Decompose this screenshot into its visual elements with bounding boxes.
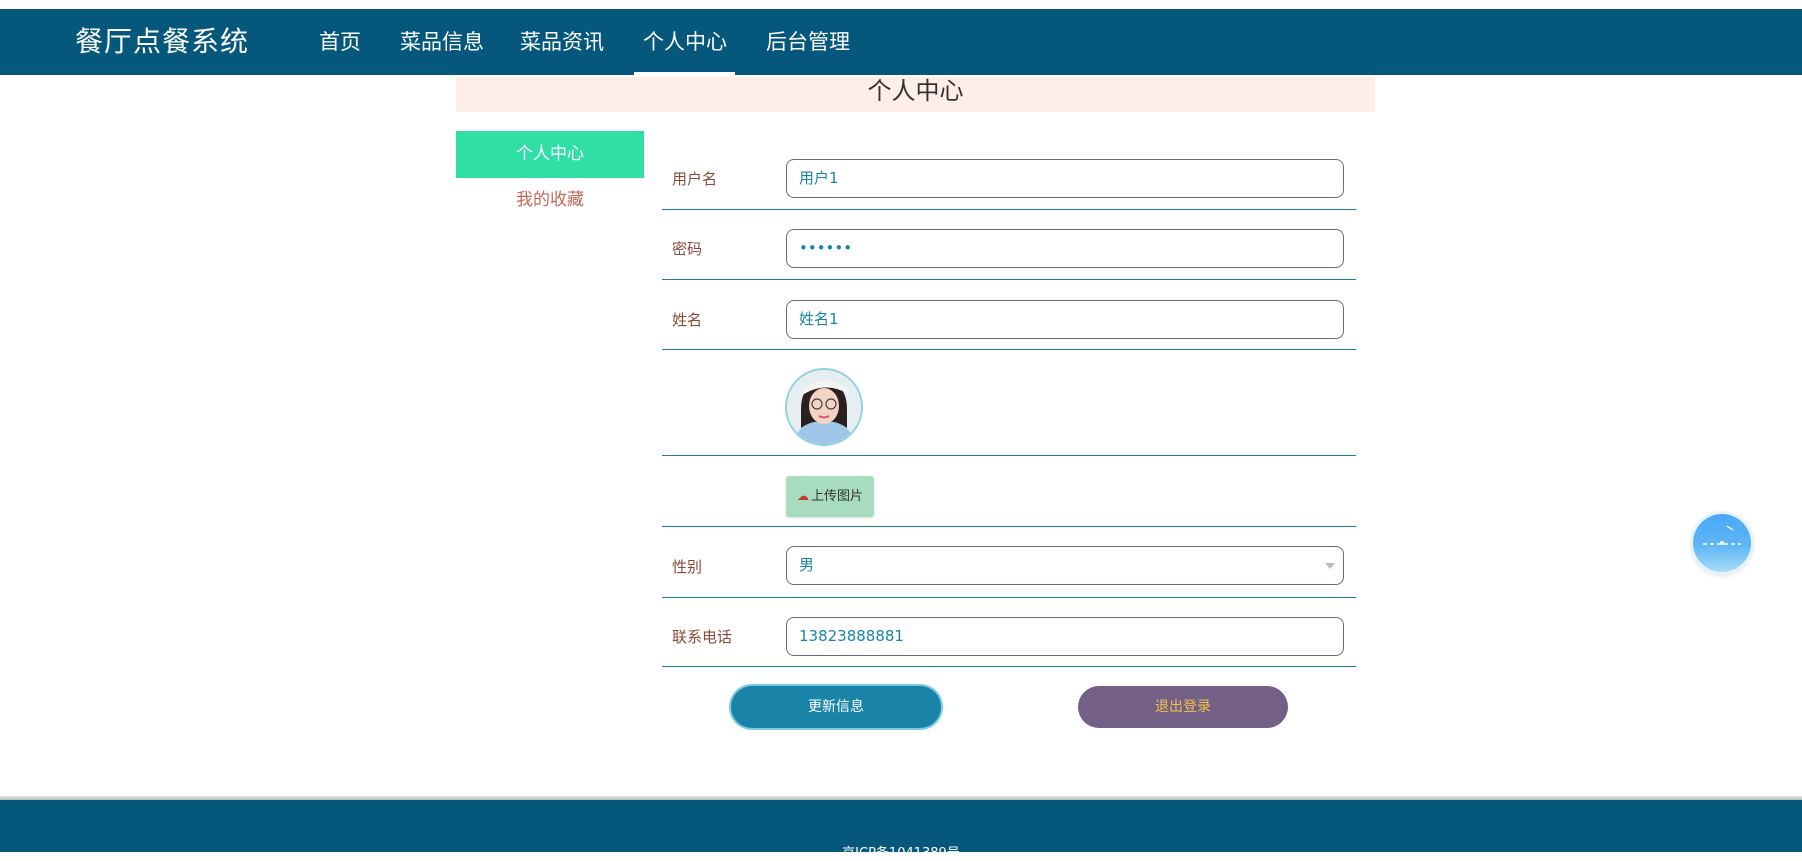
avatar-image	[787, 370, 861, 444]
username-label: 用户名	[672, 170, 718, 188]
username-input[interactable]: 用户1	[786, 159, 1344, 198]
row-divider	[662, 279, 1356, 280]
row-divider	[662, 209, 1356, 210]
name-input[interactable]: 姓名1	[786, 300, 1344, 339]
site-brand[interactable]: 餐厅点餐系统	[75, 24, 249, 60]
password-input[interactable]: ••••••	[786, 229, 1344, 268]
footer: 京ICP备1041389号	[0, 800, 1802, 861]
nav-dish-news[interactable]: 菜品资讯	[520, 27, 604, 57]
phone-input[interactable]: 13823888881	[786, 617, 1344, 656]
gender-label: 性别	[672, 558, 703, 576]
phone-label: 联系电话	[672, 628, 733, 646]
assistant-icon	[1703, 525, 1741, 545]
row-divider	[662, 526, 1356, 527]
sidebar-item-personal-center[interactable]: 个人中心	[456, 131, 644, 178]
row-divider	[662, 597, 1356, 598]
gender-select-value: 男	[799, 556, 815, 574]
gender-select[interactable]: 男	[786, 546, 1344, 585]
cloud-upload-icon: ☁	[796, 489, 809, 503]
nav-personal-center[interactable]: 个人中心	[643, 27, 727, 57]
logout-button[interactable]: 退出登录	[1078, 686, 1288, 728]
floating-assistant-button[interactable]	[1693, 514, 1751, 572]
navbar: 餐厅点餐系统 首页 菜品信息 菜品资讯 个人中心 后台管理	[0, 9, 1802, 75]
nav-admin[interactable]: 后台管理	[766, 27, 850, 57]
upload-image-label: 上传图片	[810, 489, 863, 504]
upload-image-button[interactable]: ☁ 上传图片	[786, 476, 874, 517]
page-title: 个人中心	[867, 77, 964, 105]
row-divider	[662, 666, 1356, 667]
password-label: 密码	[672, 240, 703, 258]
update-info-button[interactable]: 更新信息	[731, 686, 941, 728]
row-divider	[662, 349, 1356, 350]
avatar	[785, 368, 863, 446]
nav-dish-info[interactable]: 菜品信息	[400, 27, 484, 57]
page-title-banner: 个人中心	[456, 77, 1375, 112]
sidebar-item-favorites[interactable]: 我的收藏	[456, 177, 644, 223]
chevron-down-icon	[1325, 563, 1335, 569]
nav-active-indicator	[634, 72, 735, 75]
row-divider	[662, 455, 1356, 456]
nav-home[interactable]: 首页	[319, 27, 361, 57]
name-label: 姓名	[672, 311, 703, 329]
top-strip	[0, 0, 1802, 9]
